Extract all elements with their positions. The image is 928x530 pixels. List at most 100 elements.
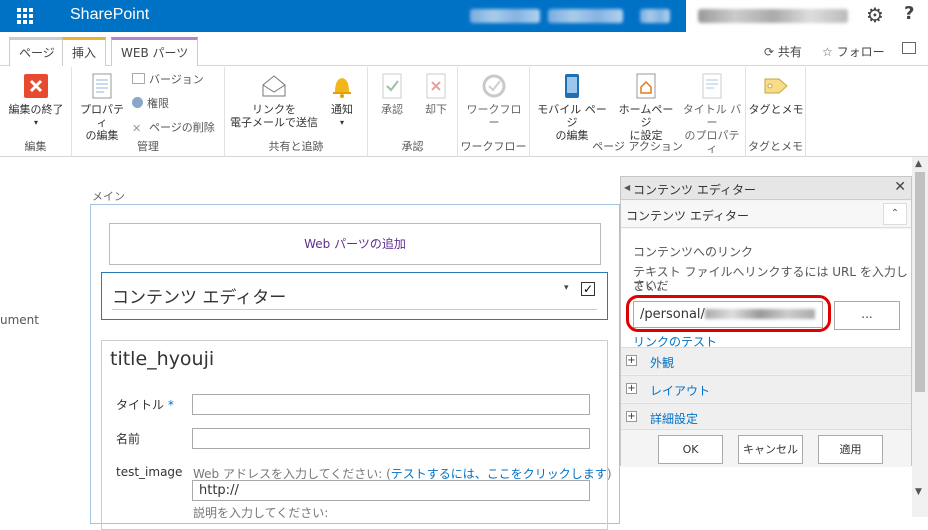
properties-icon bbox=[89, 73, 115, 99]
blurred-nav-2 bbox=[548, 9, 623, 23]
url-hint-end: ) bbox=[606, 467, 612, 481]
share-icon: ⟳ bbox=[764, 45, 775, 59]
versions-button[interactable]: バージョン bbox=[132, 71, 204, 87]
ribbon-tabs: ページ 挿入 WEB パーツ ⟳ 共有 ☆ フォロー bbox=[0, 32, 928, 66]
title-input[interactable] bbox=[192, 394, 590, 415]
bell-icon bbox=[329, 73, 355, 99]
workflow-label: ワークフロー bbox=[466, 103, 522, 129]
vertical-scrollbar[interactable]: ▲ ▼ bbox=[912, 157, 928, 517]
app-launcher-icon[interactable] bbox=[0, 0, 50, 32]
group-workflow: ワークフロー ワークフロー bbox=[458, 67, 530, 157]
expand-icon: + bbox=[626, 411, 637, 422]
divider bbox=[112, 309, 597, 310]
collapse-pane-icon[interactable]: ◀ bbox=[624, 183, 630, 192]
approve-button[interactable]: 承認 bbox=[374, 73, 410, 116]
star-icon: ☆ bbox=[822, 45, 833, 59]
webpart-select-checkbox[interactable]: ✓ bbox=[581, 282, 595, 296]
group-label-workflow: ワークフロー bbox=[460, 140, 527, 153]
workflow-button[interactable]: ワークフロー bbox=[462, 73, 526, 129]
mobile-icon bbox=[559, 73, 585, 99]
highlight-circle bbox=[626, 295, 831, 332]
section-title: コンテンツ エディター bbox=[626, 209, 749, 223]
follow-label: フォロー bbox=[836, 45, 885, 59]
group-label-tags: タグとメモ bbox=[748, 140, 803, 153]
delete-page-icon: ✕ bbox=[132, 122, 142, 135]
title-bar-label-1: タイトル バー bbox=[682, 103, 742, 129]
focus-mode-icon[interactable] bbox=[902, 42, 916, 54]
blurred-nav-3 bbox=[640, 9, 670, 23]
stop-editing-button[interactable]: 編集の終了 ▾ bbox=[4, 73, 68, 129]
delete-page-label: ページの削除 bbox=[149, 121, 215, 134]
apply-button[interactable]: 適用 bbox=[818, 435, 883, 464]
title-field-label: タイトル * bbox=[116, 396, 174, 413]
approve-icon bbox=[379, 73, 405, 99]
content-editor-webpart[interactable]: コンテンツ エディター ▾ ✓ bbox=[101, 272, 608, 320]
set-homepage-button[interactable]: ホームページ に設定 bbox=[614, 73, 678, 142]
tool-pane-footer: OK キャンセル 適用 bbox=[621, 429, 911, 467]
gear-icon[interactable]: ⚙ bbox=[866, 3, 884, 27]
stop-editing-label: 編集の終了 bbox=[8, 103, 64, 116]
help-icon[interactable]: ? bbox=[904, 3, 914, 24]
close-icon[interactable]: ✕ bbox=[894, 179, 906, 195]
group-label-share: 共有と追跡 bbox=[268, 140, 324, 153]
layout-section[interactable]: + レイアウト bbox=[621, 375, 911, 402]
advanced-label: 詳細設定 bbox=[650, 412, 699, 426]
group-approval: 承認 却下 承認 bbox=[368, 67, 458, 157]
tab-page[interactable]: ページ bbox=[9, 37, 65, 66]
brand-title[interactable]: SharePoint bbox=[70, 6, 149, 24]
advanced-section[interactable]: + 詳細設定 bbox=[621, 403, 911, 430]
tag-icon bbox=[763, 73, 789, 99]
image-url-input[interactable]: http:// bbox=[192, 480, 590, 501]
email-link-label-2: 電子メールで送信 bbox=[230, 116, 318, 129]
alert-button[interactable]: 通知 ▾ bbox=[323, 73, 361, 129]
blurred-user-name[interactable] bbox=[698, 9, 848, 23]
approve-label: 承認 bbox=[381, 103, 403, 116]
group-label-edit: 編集 bbox=[24, 140, 47, 153]
home-icon bbox=[633, 73, 659, 99]
tab-insert[interactable]: 挿入 bbox=[62, 37, 107, 66]
alert-label: 通知 bbox=[331, 103, 353, 116]
reject-label: 却下 bbox=[425, 103, 447, 116]
group-label-page-actions: ページ アクション bbox=[592, 140, 683, 153]
tool-pane-body: コンテンツへのリンク テキスト ファイルへリンクするには URL を入力してくだ… bbox=[621, 229, 911, 349]
group-manage: プロパティ の編集 バージョン 権限 ✕ ページの削除 管理 bbox=[72, 67, 225, 157]
dropdown-arrow-icon: ▾ bbox=[33, 118, 38, 127]
left-nav-fragment[interactable]: ument bbox=[0, 313, 39, 327]
scroll-down-icon[interactable]: ▼ bbox=[915, 487, 922, 497]
email-link-label-1: リンクを bbox=[252, 103, 296, 116]
tags-notes-label: タグとメモ bbox=[748, 103, 804, 116]
image-field-label: test_image bbox=[116, 465, 183, 479]
appearance-section[interactable]: + 外観 bbox=[621, 347, 911, 374]
tab-webparts[interactable]: WEB パーツ bbox=[111, 37, 199, 66]
edit-mobile-label-1: モバイル ページ bbox=[537, 103, 607, 129]
permissions-button[interactable]: 権限 bbox=[132, 95, 169, 111]
expand-icon: + bbox=[626, 383, 637, 394]
cancel-button[interactable]: キャンセル bbox=[738, 435, 803, 464]
browse-button[interactable]: ... bbox=[834, 301, 900, 330]
zone-label: メイン bbox=[92, 190, 125, 203]
suite-bar: SharePoint ⚙ ? bbox=[0, 0, 928, 32]
ok-button[interactable]: OK bbox=[658, 435, 723, 464]
email-link-button[interactable]: リンクを 電子メールで送信 bbox=[229, 73, 319, 129]
scroll-up-icon[interactable]: ▲ bbox=[915, 159, 922, 169]
content-link-help-1: テキスト ファイルへリンクするには URL を入力してくだ bbox=[633, 265, 908, 293]
share-button[interactable]: ⟳ 共有 bbox=[764, 43, 802, 60]
edit-mobile-page-button[interactable]: モバイル ページ の編集 bbox=[534, 73, 610, 142]
email-icon bbox=[261, 73, 287, 99]
add-webpart-button[interactable]: Web パーツの追加 bbox=[109, 223, 601, 265]
delete-page-button[interactable]: ✕ ページの削除 bbox=[132, 119, 215, 135]
group-tags: タグとメモ タグとメモ bbox=[746, 67, 806, 157]
content-link-label: コンテンツへのリンク bbox=[633, 245, 754, 259]
workflow-icon bbox=[481, 73, 507, 99]
reject-button[interactable]: 却下 bbox=[418, 73, 454, 116]
name-input[interactable] bbox=[192, 428, 590, 449]
test-url-link[interactable]: テストするには、ここをクリックします bbox=[391, 467, 607, 481]
form-title: title_hyouji bbox=[110, 348, 215, 370]
collapse-section-icon[interactable]: ⌃ bbox=[883, 203, 907, 225]
set-homepage-label-1: ホームページ bbox=[618, 103, 674, 129]
tags-notes-button[interactable]: タグとメモ bbox=[748, 73, 804, 116]
webpart-menu-icon[interactable]: ▾ bbox=[564, 283, 569, 293]
edit-properties-button[interactable]: プロパティ の編集 bbox=[76, 73, 128, 142]
scroll-thumb[interactable] bbox=[915, 172, 925, 392]
follow-button[interactable]: ☆ フォロー bbox=[822, 43, 885, 60]
